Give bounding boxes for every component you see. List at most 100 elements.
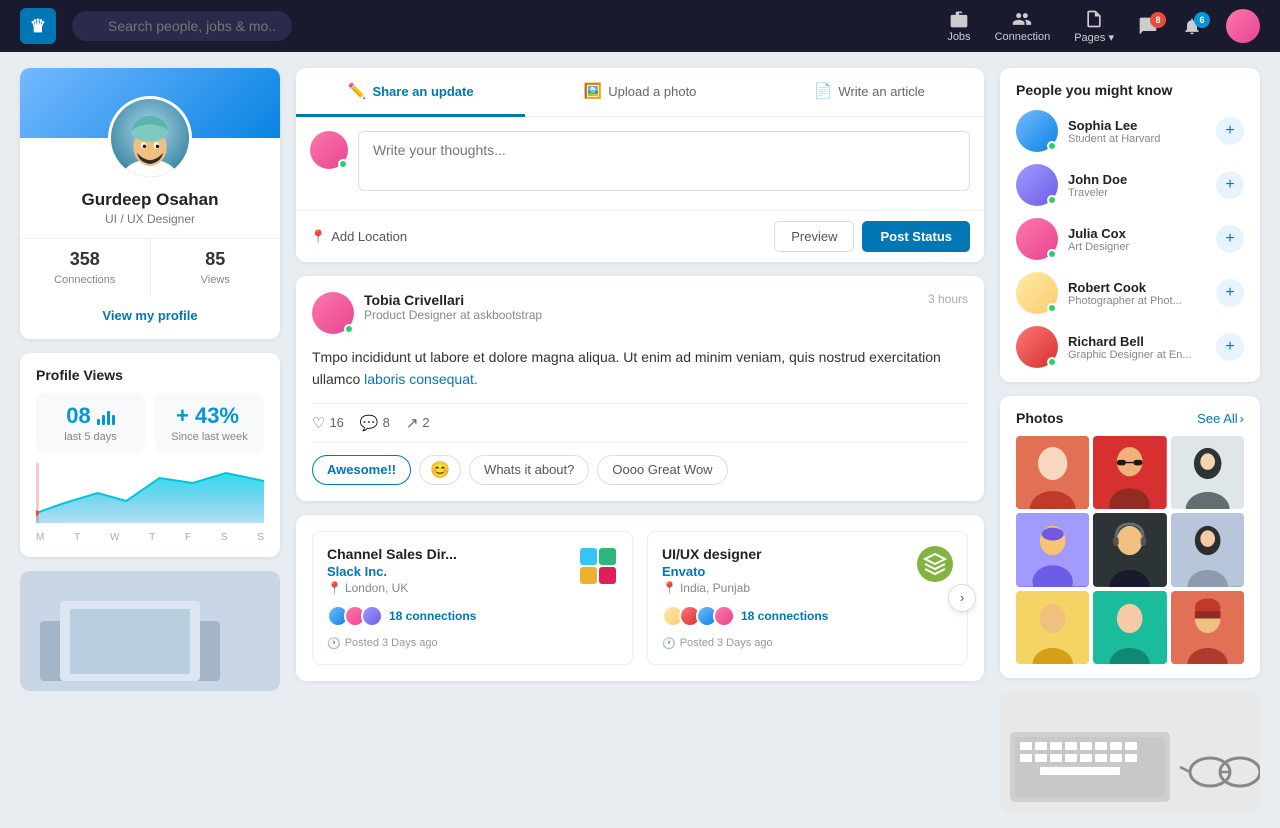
- person-4-info: Robert Cook Photographer at Phot...: [1068, 280, 1206, 307]
- photos-header: Photos See All ›: [1016, 410, 1244, 426]
- photo-9-image: [1171, 591, 1244, 664]
- reactions: Awesome!! 😊 Whats it about? Oooo Great W…: [312, 455, 968, 485]
- person-2-avatar: [1016, 164, 1058, 206]
- like-action[interactable]: ♡ 16: [312, 414, 344, 432]
- job-1-title: Channel Sales Dir...: [327, 546, 457, 562]
- photo-thumb-5[interactable]: [1093, 513, 1166, 586]
- person-1-add-button[interactable]: +: [1216, 117, 1244, 145]
- reaction-whats-button[interactable]: Whats it about?: [469, 455, 589, 485]
- bottom-left-image: [20, 571, 280, 691]
- nav-notifications[interactable]: 6: [1182, 16, 1202, 36]
- post-time: 3 hours: [928, 292, 968, 306]
- photo-6-image: [1171, 513, 1244, 586]
- job-2-conn-avatars: [662, 605, 735, 627]
- photo-thumb-7[interactable]: [1016, 591, 1089, 664]
- comment-icon: 💬: [360, 414, 379, 432]
- person-5-add-button[interactable]: +: [1216, 333, 1244, 361]
- photo-thumb-9[interactable]: [1171, 591, 1244, 664]
- connections-count: 358: [30, 249, 140, 270]
- tab-write-article[interactable]: 📄 Write an article: [755, 68, 984, 117]
- post-actions: ♡ 16 💬 8 ↗ 2: [312, 403, 968, 443]
- job-2-title: UI/UX designer: [662, 546, 762, 562]
- job-item-1[interactable]: Channel Sales Dir... Slack Inc. 📍 London…: [312, 531, 633, 665]
- person-5-role: Graphic Designer at En...: [1068, 349, 1206, 361]
- composer-online-dot: [338, 159, 348, 169]
- person-4-name: Robert Cook: [1068, 280, 1206, 295]
- photo-thumb-3[interactable]: [1171, 436, 1244, 509]
- share-action[interactable]: ↗ 2: [406, 414, 430, 432]
- chart-day-m: M: [36, 532, 44, 543]
- person-5-avatar: [1016, 326, 1058, 368]
- chart-svg: [36, 463, 264, 523]
- last5-label: last 5 days: [46, 431, 135, 443]
- reaction-ooo-button[interactable]: Oooo Great Wow: [597, 455, 727, 485]
- post-body-link[interactable]: laboris consequat.: [364, 371, 478, 387]
- share-icon: ✏️: [348, 82, 367, 100]
- nav-messages[interactable]: 8: [1138, 16, 1158, 36]
- photos-title: Photos: [1016, 410, 1063, 426]
- photo-thumb-2[interactable]: [1093, 436, 1166, 509]
- nav-connection[interactable]: Connection: [995, 9, 1051, 43]
- nav-connection-label: Connection: [995, 31, 1051, 43]
- tab-upload-photo[interactable]: 🖼️ Upload a photo: [525, 68, 754, 117]
- photo-thumb-8[interactable]: [1093, 591, 1166, 664]
- jobs-scroll-next-button[interactable]: ›: [948, 584, 976, 612]
- chart-days: M T W T F S S: [36, 532, 264, 543]
- photo-8-image: [1093, 591, 1166, 664]
- person-3-add-button[interactable]: +: [1216, 225, 1244, 253]
- person-1-name: Sophia Lee: [1068, 118, 1206, 133]
- tab-share-update[interactable]: ✏️ Share an update: [296, 68, 525, 117]
- nav-pages-label: Pages ▾: [1074, 31, 1114, 44]
- comment-action[interactable]: 💬 8: [360, 414, 390, 432]
- user-avatar-nav[interactable]: [1226, 9, 1260, 43]
- post-body: Tmpo incididunt ut labore et dolore magn…: [312, 346, 968, 391]
- photos-see-all-link[interactable]: See All ›: [1197, 411, 1244, 426]
- photos-grid: [1016, 436, 1244, 664]
- reaction-emoji-button[interactable]: 😊: [419, 455, 461, 485]
- pct-box: + 43% Since last week: [155, 393, 264, 453]
- photo-2-image: [1093, 436, 1166, 509]
- people-title: People you might know: [1016, 82, 1244, 98]
- desk-image: [20, 571, 280, 691]
- post-status-button[interactable]: Post Status: [862, 221, 970, 252]
- person-4-role: Photographer at Phot...: [1068, 295, 1206, 307]
- jobs-card: Channel Sales Dir... Slack Inc. 📍 London…: [296, 515, 984, 681]
- person-2-add-button[interactable]: +: [1216, 171, 1244, 199]
- share-icon: ↗: [406, 414, 419, 432]
- tab-share-update-label: Share an update: [372, 84, 473, 99]
- bottom-right-image: [1000, 692, 1260, 812]
- tab-upload-label: Upload a photo: [608, 84, 696, 99]
- profile-views-title: Profile Views: [36, 367, 264, 383]
- view-profile-link[interactable]: View my profile: [36, 308, 264, 323]
- post-author-online: [344, 324, 354, 334]
- people-you-might-know-card: People you might know Sophia Lee Student…: [1000, 68, 1260, 382]
- photo-thumb-1[interactable]: [1016, 436, 1089, 509]
- photo-thumb-6[interactable]: [1171, 513, 1244, 586]
- job-1-header: Channel Sales Dir... Slack Inc. 📍 London…: [327, 546, 618, 595]
- post-header: Tobia Crivellari Product Designer at ask…: [312, 292, 968, 334]
- post-author-role: Product Designer at askbootstrap: [364, 308, 918, 322]
- nav-jobs[interactable]: Jobs: [947, 9, 970, 43]
- main-layout: Gurdeep Osahan UI / UX Designer 358 Conn…: [0, 52, 1280, 828]
- job-1-details: Channel Sales Dir... Slack Inc. 📍 London…: [327, 546, 457, 595]
- like-count: 16: [329, 415, 343, 430]
- search-input[interactable]: [72, 11, 292, 41]
- photo-thumb-4[interactable]: [1016, 513, 1089, 586]
- profile-avatar-wrap: [20, 96, 280, 180]
- nav-logo[interactable]: ♛: [20, 8, 56, 44]
- composer-footer: 📍 Add Location Preview Post Status: [296, 210, 984, 262]
- nav-pages[interactable]: Pages ▾: [1074, 9, 1114, 44]
- person-4-add-button[interactable]: +: [1216, 279, 1244, 307]
- person-1-avatar: [1016, 110, 1058, 152]
- post-composer: ✏️ Share an update 🖼️ Upload a photo 📄 W…: [296, 68, 984, 262]
- reaction-awesome-button[interactable]: Awesome!!: [312, 455, 411, 485]
- person-5-info: Richard Bell Graphic Designer at En...: [1068, 334, 1206, 361]
- job-item-2[interactable]: UI/UX designer Envato 📍 India, Punjab: [647, 531, 968, 665]
- photo-4-image: [1016, 513, 1089, 586]
- preview-button[interactable]: Preview: [774, 221, 854, 252]
- post-author-name: Tobia Crivellari: [364, 292, 918, 308]
- composer-textarea[interactable]: [358, 131, 970, 191]
- add-location-button[interactable]: 📍 Add Location: [310, 229, 407, 245]
- composer-actions: Preview Post Status: [774, 221, 970, 252]
- bar-chart-icon: [97, 407, 115, 425]
